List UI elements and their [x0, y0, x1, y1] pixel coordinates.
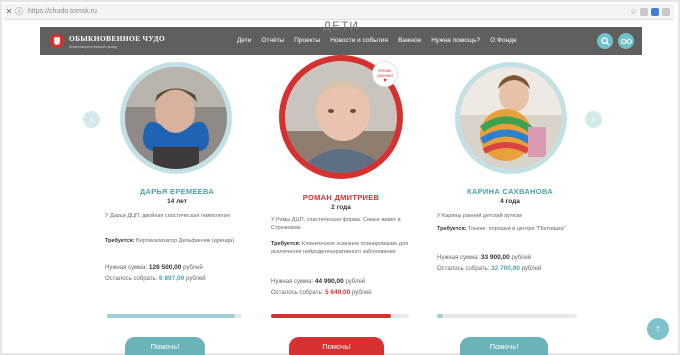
- currency: рублей: [521, 266, 542, 272]
- site-info-icon[interactable]: ⓘ: [14, 6, 24, 17]
- child-card: ДАРЬЯ ЕРЕМЕЕВА 14 лет У Дарьи ДЦП, двойн…: [97, 62, 257, 355]
- child-age: 14 лет: [167, 198, 187, 205]
- requirement-label: Требуется:: [271, 241, 301, 247]
- needed-value: 126 500,00: [148, 264, 182, 271]
- remaining-sum: Осталось собрать: 6 897,00 рублей: [105, 275, 206, 282]
- menu-item-projects[interactable]: Проекты: [294, 37, 320, 44]
- menu-item-important[interactable]: Важное: [398, 37, 421, 44]
- remaining-value: 6 897,00: [158, 275, 185, 282]
- child-name[interactable]: КАРИНА САХВАНОВА: [430, 187, 590, 196]
- child-photo[interactable]: [125, 67, 227, 169]
- fundraising-progress: [437, 314, 577, 318]
- needed-sum: Нужная сумма: 126 500,00 рублей: [105, 264, 203, 271]
- main-menu: Дети Отчёты Проекты Новости и события Ва…: [237, 37, 517, 44]
- fundraising-progress: [107, 314, 242, 318]
- requirement-text: Вертикализатор Дельфинчик (аренда): [136, 238, 235, 244]
- remaining-label: Осталось собрать:: [437, 266, 490, 272]
- menu-item-need-help[interactable]: Нужна помощь?: [431, 37, 480, 44]
- currency: рублей: [511, 255, 532, 261]
- site-header: ДЕТИ ОБЫКНОВЕННОЕ ЧУДО благотворительный…: [40, 19, 642, 55]
- progress-fill: [437, 314, 443, 318]
- logo-title: ОБЫКНОВЕННОЕ ЧУДО: [69, 33, 165, 43]
- progress-fill: [107, 314, 236, 318]
- child-photo-frame: [455, 62, 567, 174]
- child-photo-frame: [120, 62, 232, 174]
- child-card: Очень срочно! ♥ РОМАН ДМИТРИЕВ 2 года У Р…: [266, 55, 416, 355]
- browser-toolbar: ✕ ⓘ https://chudo.tomsk.ru ☆: [4, 4, 674, 20]
- currency: рублей: [351, 290, 372, 296]
- help-button[interactable]: Помочь!: [460, 337, 548, 355]
- help-button[interactable]: Помочь!: [289, 337, 384, 355]
- child-diagnosis: У Дарьи ДЦП, двойная спастическая гемипл…: [105, 213, 230, 219]
- needed-label: Нужная сумма:: [437, 255, 480, 261]
- menu-item-children[interactable]: Дети: [237, 37, 251, 44]
- child-name[interactable]: РОМАН ДМИТРИЕВ: [266, 193, 416, 202]
- needed-value: 33 900,00: [480, 254, 510, 261]
- child-photo[interactable]: [460, 67, 562, 169]
- needed-sum: Нужная сумма: 33 900,00 рублей: [437, 254, 531, 261]
- remaining-value: 32 700,00: [490, 265, 520, 272]
- remaining-label: Осталось собрать:: [271, 290, 324, 296]
- child-requirement: Требуется: Тонкие: порошки в центре "Пол…: [437, 225, 577, 233]
- remaining-value: 5 649,00: [324, 289, 351, 296]
- help-button[interactable]: Помочь!: [125, 337, 205, 355]
- menu-item-news[interactable]: Новости и события: [330, 37, 388, 44]
- extension-icon[interactable]: [651, 7, 659, 16]
- fundraising-progress: [271, 314, 409, 318]
- child-diagnosis: У Карины ранний детский аутизм: [437, 213, 522, 219]
- scroll-to-top-button[interactable]: ↑: [647, 318, 669, 340]
- menu-icon[interactable]: [662, 7, 670, 16]
- currency: рублей: [345, 279, 366, 285]
- child-card: КАРИНА САХВАНОВА 4 года У Карины ранний …: [430, 62, 590, 355]
- menu-item-about[interactable]: О Фонде: [490, 37, 516, 44]
- glasses-icon[interactable]: [618, 33, 634, 49]
- hand-logo-icon: [50, 34, 64, 48]
- child-requirement: Требуется: Клиническое эскизное планиров…: [271, 240, 411, 256]
- search-icon[interactable]: [597, 33, 613, 49]
- logo-subtitle: благотворительный фонд: [69, 43, 117, 49]
- extension-icon[interactable]: [640, 7, 648, 16]
- progress-fill: [271, 314, 392, 318]
- requirement-label: Требуется:: [105, 238, 135, 244]
- remaining-sum: Осталось собрать: 32 700,00 рублей: [437, 265, 541, 272]
- close-tab-icon[interactable]: ✕: [4, 7, 14, 16]
- remaining-label: Осталось собрать:: [105, 276, 158, 282]
- needed-value: 44 990,00: [314, 278, 344, 285]
- urgent-badge: Очень срочно! ♥: [372, 61, 398, 87]
- child-age: 2 года: [331, 204, 351, 211]
- address-bar[interactable]: https://chudo.tomsk.ru: [28, 8, 97, 15]
- requirement-text: Тонкие: порошки в центре "Полтишка": [468, 226, 566, 232]
- child-requirement: Требуется: Вертикализатор Дельфинчик (ар…: [105, 237, 250, 245]
- child-age: 4 года: [500, 198, 520, 205]
- currency: рублей: [183, 265, 203, 271]
- needed-label: Нужная сумма:: [105, 265, 148, 271]
- urgent-badge-text: Очень срочно!: [377, 68, 393, 78]
- child-name[interactable]: ДАРЬЯ ЕРЕМЕЕВА: [97, 187, 257, 196]
- heart-icon: ♥: [383, 78, 387, 84]
- remaining-sum: Осталось собрать: 5 649,00 рублей: [271, 289, 372, 296]
- child-diagnosis: У Ромы ДЦП, спастическая форма. Семья жи…: [271, 217, 401, 231]
- needed-sum: Нужная сумма: 44 990,00 рублей: [271, 278, 365, 285]
- requirement-label: Требуется:: [437, 226, 467, 232]
- browser-extensions: ☆: [630, 7, 674, 16]
- currency: рублей: [185, 276, 206, 282]
- page-title: ДЕТИ: [322, 19, 360, 33]
- site-logo[interactable]: ОБЫКНОВЕННОЕ ЧУДО благотворительный фонд: [50, 34, 165, 49]
- needed-label: Нужная сумма:: [271, 279, 314, 285]
- menu-item-reports[interactable]: Отчёты: [261, 37, 284, 44]
- bookmark-star-icon[interactable]: ☆: [630, 7, 637, 16]
